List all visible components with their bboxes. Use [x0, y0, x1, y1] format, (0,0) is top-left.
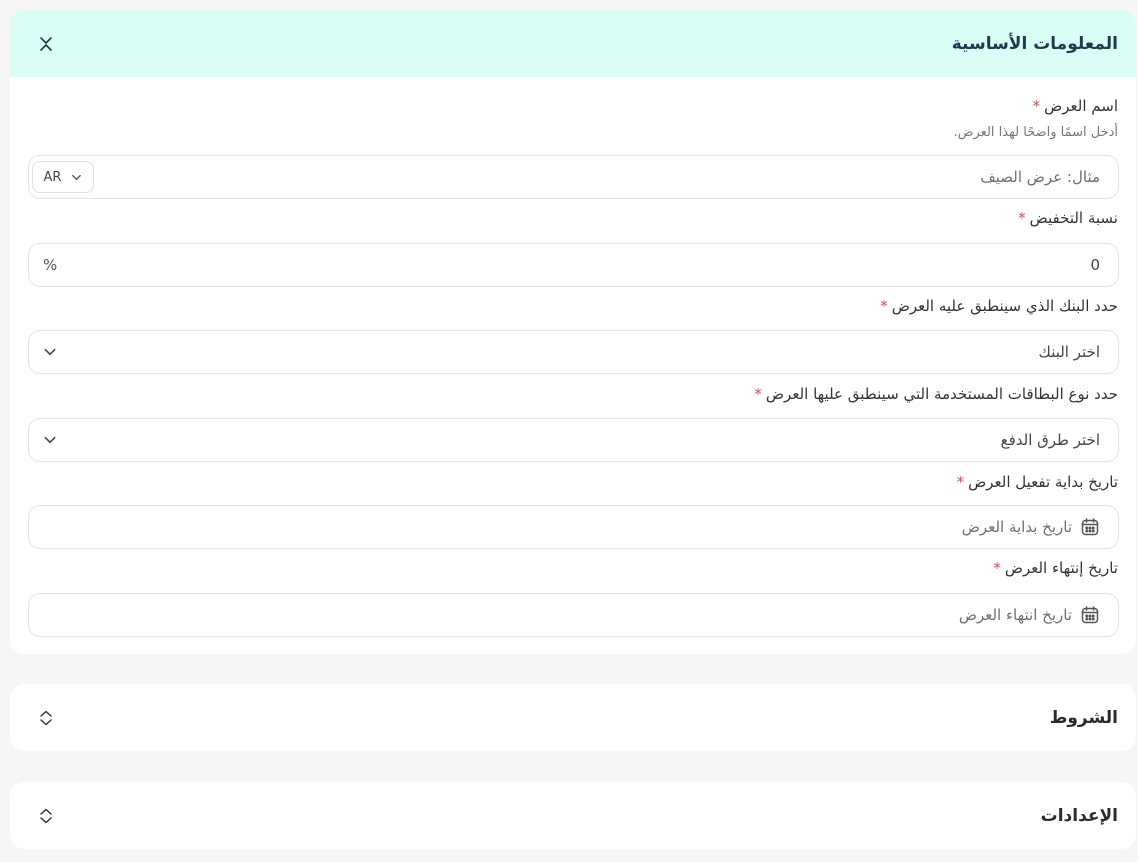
- chevrons-expand-icon[interactable]: [34, 706, 58, 730]
- terms-card[interactable]: الشروط: [10, 684, 1136, 751]
- offer-name-hint: أدخل اسمًا واضحًا لهذا العرض.: [953, 125, 1118, 140]
- calendar-icon: [1081, 606, 1099, 624]
- end-date-input[interactable]: تاريخ انتهاء العرض: [28, 593, 1119, 637]
- language-value: AR: [43, 169, 62, 185]
- chevron-down-icon: [72, 174, 82, 180]
- end-date-label: تاريخ إنتهاء العرض*: [993, 559, 1118, 577]
- basic-info-card: المعلومات الأساسية اسم العرض* أدخل اسمًا…: [10, 10, 1136, 654]
- page: المعلومات الأساسية اسم العرض* أدخل اسمًا…: [0, 0, 1138, 862]
- discount-label: نسبة التخفيض*: [1018, 209, 1118, 227]
- bank-placeholder: اختر البنك: [1038, 343, 1100, 361]
- chevron-down-icon: [44, 436, 56, 444]
- card-type-select[interactable]: اختر طرق الدفع: [28, 418, 1119, 462]
- bank-select[interactable]: اختر البنك: [28, 330, 1119, 374]
- start-date-placeholder: تاريخ بداية العرض: [961, 518, 1072, 536]
- calendar-icon: [1081, 518, 1099, 536]
- basic-info-title: المعلومات الأساسية: [951, 33, 1118, 54]
- discount-value: 0: [1090, 256, 1100, 274]
- terms-title: الشروط: [1049, 707, 1118, 728]
- chevrons-expand-icon[interactable]: [34, 804, 58, 828]
- percent-suffix: %: [43, 256, 58, 274]
- offer-name-label: اسم العرض*: [1032, 97, 1118, 115]
- bank-label: حدد البنك الذي سينطبق عليه العرض*: [880, 297, 1118, 315]
- settings-card[interactable]: الإعدادات: [10, 782, 1136, 849]
- chevron-down-icon: [44, 348, 56, 356]
- offer-name-input[interactable]: مثال: عرض الصيف AR: [28, 155, 1119, 199]
- offer-name-placeholder: مثال: عرض الصيف: [980, 168, 1100, 186]
- basic-info-header[interactable]: المعلومات الأساسية: [10, 10, 1136, 77]
- start-date-label: تاريخ بداية تفعيل العرض*: [956, 473, 1118, 491]
- card-type-placeholder: اختر طرق الدفع: [1000, 431, 1100, 449]
- end-date-placeholder: تاريخ انتهاء العرض: [958, 606, 1072, 624]
- start-date-input[interactable]: تاريخ بداية العرض: [28, 505, 1119, 549]
- discount-input[interactable]: 0 %: [28, 243, 1119, 287]
- language-select[interactable]: AR: [32, 161, 94, 193]
- settings-title: الإعدادات: [1040, 805, 1118, 826]
- basic-info-body: اسم العرض* أدخل اسمًا واضحًا لهذا العرض.…: [10, 77, 1136, 654]
- chevrons-collapse-icon[interactable]: [34, 32, 58, 56]
- card-type-label: حدد نوع البطاقات المستخدمة التي سينطبق ع…: [754, 385, 1118, 403]
